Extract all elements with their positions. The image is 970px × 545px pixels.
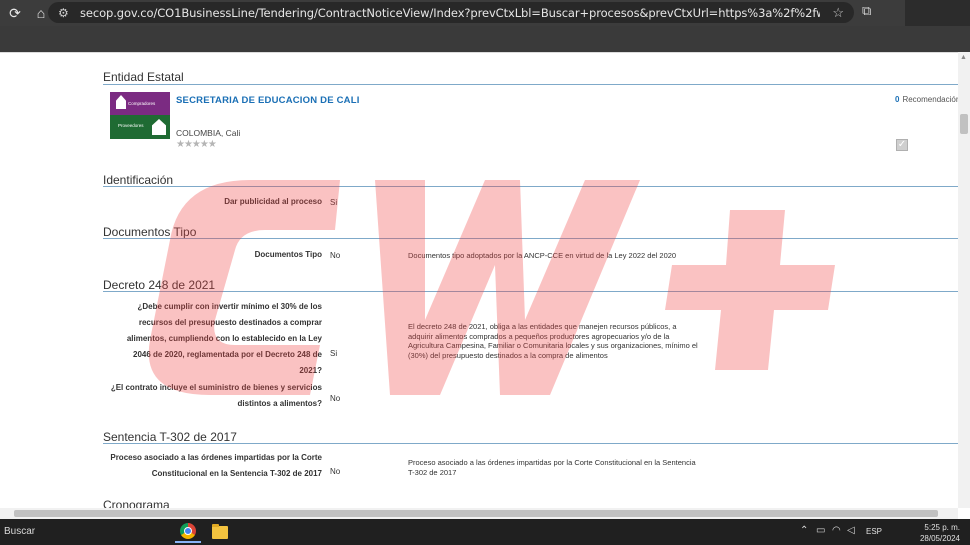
wifi-icon[interactable]: ◠ [832,525,841,536]
section-divider [103,186,958,187]
taskbar: Buscar ⌃ ▭ ◠ ◁ ESP 5:25 p. m. 28/05/2024 [0,519,970,545]
vertical-scrollbar[interactable]: ▲ [958,52,970,508]
field-desc-documentos-tipo: Documentos tipo adoptados por la ANCP-CC… [408,251,677,260]
checkbox-icon[interactable]: ✓ [896,139,908,151]
label-line: ¿El contrato incluye el suministro de bi… [110,383,322,392]
label-line: Constitucional en la Sentencia T-302 de … [151,469,322,478]
site-settings-icon[interactable]: ⚙ [58,6,74,20]
bookmark-star-icon[interactable]: ☆ [832,5,844,21]
field-desc-decreto: El decreto 248 de 2021, obliga a las ent… [408,322,738,360]
section-title-cronograma: Cronograma [103,498,170,508]
speaker-icon[interactable]: ◁ [847,525,855,536]
section-title-documentos-tipo: Documentos Tipo [103,225,197,239]
scroll-up-icon[interactable]: ▲ [960,54,967,61]
logo-top-text: Compradores [128,101,156,106]
field-value-publicidad: Si [330,198,338,207]
section-title-identificacion: Identificación [103,173,174,187]
section-divider [103,443,958,444]
taskbar-search[interactable]: Buscar [4,526,35,537]
chrome-icon [180,523,196,539]
label-line: 2046 de 2020, reglamentada por el Decret… [133,350,322,359]
field-label-sentencia: Proceso asociado a las órdenes impartida… [82,450,322,482]
label-line: ¿Debe cumplir con invertir mínimo el 30%… [137,302,323,311]
page-content: Entidad Estatal Compradores Proveedores … [0,52,958,508]
label-line: recursos del presupuesto destinados a co… [138,318,322,327]
section-divider [103,291,958,292]
field-value-sentencia: No [330,467,341,476]
address-bar[interactable]: ⚙ secop.gov.co/CO1BusinessLine/Tendering… [48,2,854,23]
entity-location: COLOMBIA, Cali [176,128,241,138]
desc-line: T-302 de 2017 [408,467,457,477]
desc-line: El decreto 248 de 2021, obliga a las ent… [408,322,677,331]
browser-chrome: ⟳ ⌂ ⚙ secop.gov.co/CO1BusinessLine/Tende… [0,0,970,52]
section-title-sentencia: Sentencia T-302 de 2017 [103,430,237,444]
field-label-decreto-q2: ¿El contrato incluye el suministro de bi… [82,380,322,412]
logo-bottom-text: Proveedores [118,123,144,128]
desc-line: adquirir alimentos comprados a pequeños … [408,331,670,341]
recommendations-label: Recomendación [902,95,958,104]
label-line: 2021? [299,366,322,375]
folder-icon [212,523,228,539]
section-title-decreto: Decreto 248 de 2021 [103,278,216,292]
refresh-icon[interactable]: ⟳ [4,2,26,24]
top-divider [0,52,958,53]
section-divider [103,238,958,239]
entity-logo: Compradores Proveedores [110,92,170,139]
desc-line: Agricultura Campesina, Familiar o Comuni… [408,341,698,350]
taskbar-file-explorer-app[interactable] [207,521,233,543]
field-label-decreto-q1: ¿Debe cumplir con invertir mínimo el 30%… [82,299,322,379]
chevron-up-icon[interactable]: ⌃ [800,525,808,536]
clock-date: 28/05/2024 [919,534,960,543]
label-line: distintos a alimentos? [237,399,322,408]
field-label-publicidad: Dar publicidad al proceso [224,197,322,206]
vertical-scroll-thumb[interactable] [960,114,968,134]
desc-line: Proceso asociado a las órdenes impartida… [408,458,696,467]
language-indicator[interactable]: ESP [866,527,882,536]
label-line: alimentos, cumpliendo con lo establecido… [126,334,322,343]
label-line: Proceso asociado a las órdenes impartida… [110,453,322,462]
recommendations-count: 0 [895,95,900,104]
field-label-documentos-tipo: Documentos Tipo [254,250,322,259]
toolbar-strip [0,26,970,52]
horizontal-scrollbar[interactable] [0,508,958,519]
desc-line: (30%) del presupuesto destinados a la co… [408,350,608,360]
recommendations[interactable]: 0 Recomendación [895,95,958,104]
section-title-entidad: Entidad Estatal [103,70,184,84]
battery-icon[interactable]: ▭ [816,525,825,536]
rating-stars-icon: ★★★★★ [176,139,217,150]
entity-name-link[interactable]: SECRETARIA DE EDUCACION DE CALI [176,95,360,106]
extensions-icon[interactable]: ⧉ [862,3,871,19]
taskbar-chrome-app[interactable] [175,521,201,543]
field-value-decreto-q2: No [330,394,341,403]
field-value-decreto-q1: Si [330,349,338,358]
url-text[interactable]: secop.gov.co/CO1BusinessLine/Tendering/C… [80,6,820,20]
clock-time: 5:25 p. m. [924,523,960,532]
section-divider [103,84,958,85]
field-desc-sentencia: Proceso asociado a las órdenes impartida… [408,458,738,477]
clock[interactable]: 5:25 p. m. 28/05/2024 [890,522,960,544]
horizontal-scroll-thumb[interactable] [14,510,938,517]
field-value-documentos-tipo: No [330,251,341,260]
